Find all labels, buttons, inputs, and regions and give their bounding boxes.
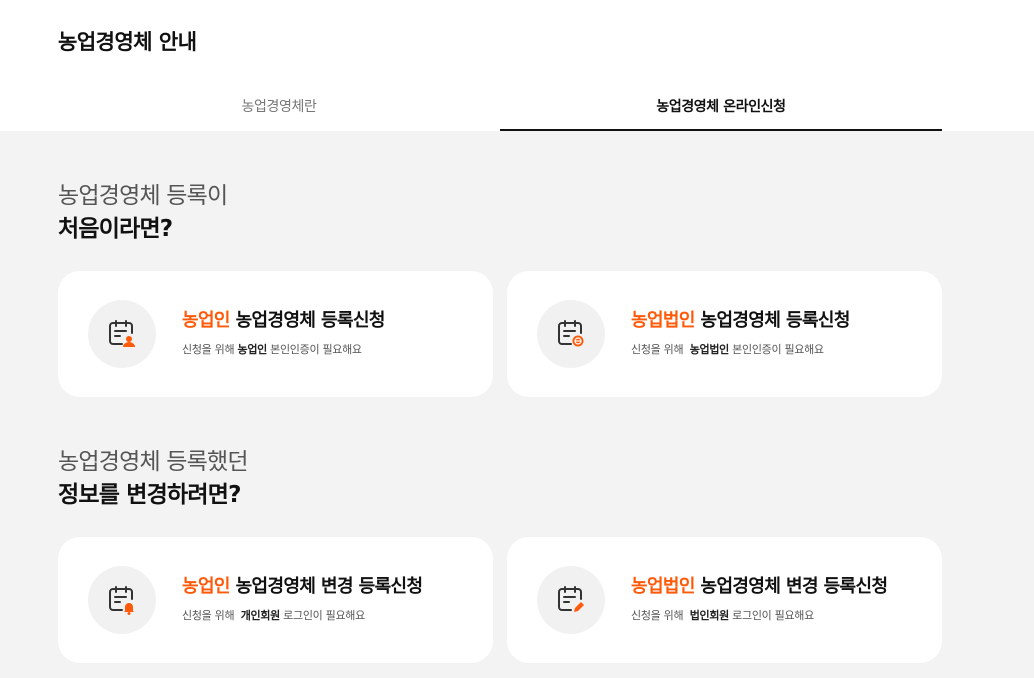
card-farmer-registration[interactable]: 농업인 농업경영체 등록신청 신청을 위해 농업인 본인인증이 필요해요	[58, 271, 493, 397]
desc-emphasis: 농업인	[237, 343, 268, 356]
card-farmer-change-registration[interactable]: 농업인 농업경영체 변경 등록신청 신청을 위해 개인회원 로그인이 필요해요	[58, 537, 493, 663]
desc-suffix: 로그인이 필요해요	[279, 609, 365, 622]
card-title: 농업인 농업경영체 등록신청	[182, 306, 385, 332]
card-description: 신청을 위해 농업인 본인인증이 필요해요	[182, 341, 385, 357]
calendar-person-icon	[88, 300, 156, 368]
card-description: 신청을 위해 법인회원 로그인이 필요해요	[631, 607, 887, 623]
desc-emphasis: 농업법인	[689, 343, 730, 356]
desc-prefix: 신청을 위해	[182, 343, 238, 356]
card-title: 농업법인 농업경영체 등록신청	[631, 306, 850, 332]
section-heading-light: 농업경영체 등록했던	[58, 449, 249, 475]
tab-bar: 농업경영체란 농업경영체 온라인신청	[58, 82, 942, 131]
desc-emphasis: 개인회원	[240, 609, 281, 622]
section-change-registration-heading: 농업경영체 등록했던 정보를 변경하려면?	[58, 446, 249, 512]
desc-emphasis: 법인회원	[689, 609, 730, 622]
desc-prefix: 신청을 위해	[182, 609, 241, 622]
calendar-edit-icon	[537, 566, 605, 634]
card-title-text: 농업경영체 등록신청	[235, 310, 386, 331]
tab-online-application[interactable]: 농업경영체 온라인신청	[500, 82, 942, 131]
card-title-accent: 농업법인	[631, 576, 695, 597]
card-title-accent: 농업인	[182, 310, 230, 331]
card-corporation-change-registration[interactable]: 농업법인 농업경영체 변경 등록신청 신청을 위해 법인회원 로그인이 필요해요	[507, 537, 942, 663]
card-title-text: 농업경영체 등록신청	[700, 310, 851, 331]
desc-suffix: 로그인이 필요해요	[728, 609, 814, 622]
desc-prefix: 신청을 위해	[631, 609, 690, 622]
card-title-accent: 농업인	[182, 576, 230, 597]
desc-prefix: 신청을 위해	[631, 343, 690, 356]
calendar-bell-icon	[88, 566, 156, 634]
section-heading-bold: 처음이라면?	[58, 216, 173, 242]
card-title: 농업법인 농업경영체 변경 등록신청	[631, 572, 889, 598]
card-title-accent: 농업법인	[631, 310, 695, 331]
section-first-registration-heading: 농업경영체 등록이 처음이라면?	[58, 180, 228, 246]
card-title-text: 농업경영체 변경 등록신청	[700, 576, 889, 597]
section-heading-bold: 정보를 변경하려면?	[58, 482, 241, 508]
top-header-area: 농업경영체 안내 농업경영체란 농업경영체 온라인신청	[0, 0, 1034, 131]
card-corporation-registration[interactable]: 농업법인 농업경영체 등록신청 신청을 위해 농업법인 본인인증이 필요해요	[507, 271, 942, 397]
desc-suffix: 본인인증이 필요해요	[728, 343, 824, 356]
card-description: 신청을 위해 농업법인 본인인증이 필요해요	[631, 341, 850, 357]
card-description: 신청을 위해 개인회원 로그인이 필요해요	[182, 607, 422, 623]
tab-about-business-entity[interactable]: 농업경영체란	[58, 82, 500, 131]
page-title: 농업경영체 안내	[58, 30, 197, 54]
desc-suffix: 본인인증이 필요해요	[266, 343, 362, 356]
section-heading-light: 농업경영체 등록이	[58, 183, 228, 209]
calendar-corporation-icon	[537, 300, 605, 368]
card-title: 농업인 농업경영체 변경 등록신청	[182, 572, 424, 598]
card-title-text: 농업경영체 변경 등록신청	[235, 576, 424, 597]
